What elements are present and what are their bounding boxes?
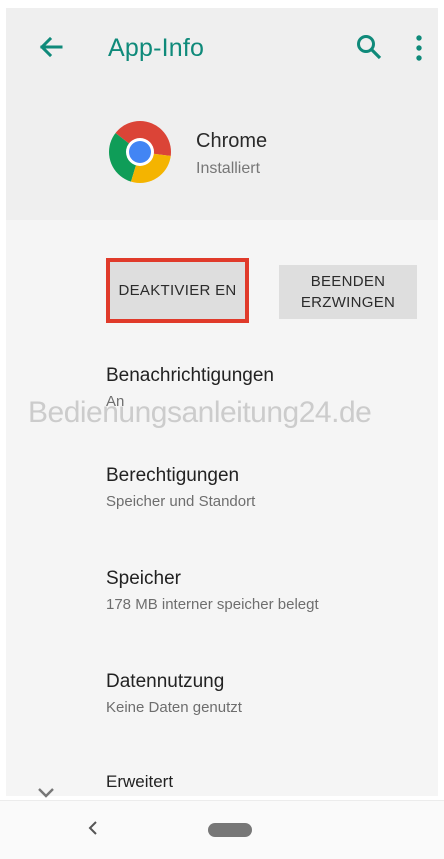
deactivate-button[interactable]: DEAKTIVIER EN — [106, 258, 249, 323]
setting-label: Datennutzung — [106, 671, 225, 692]
back-arrow-icon[interactable] — [34, 30, 68, 64]
setting-advanced[interactable]: Erweitert — [106, 772, 173, 792]
chrome-logo-icon — [106, 118, 174, 186]
watermark-text: Bedienungsanleitung24.de — [28, 396, 372, 429]
system-navigation-bar — [0, 800, 444, 859]
setting-label: Erweitert — [106, 772, 174, 791]
setting-label: Berechtigungen — [106, 465, 240, 486]
setting-data-usage[interactable]: Datennutzung Keine Daten genutzt — [106, 671, 242, 716]
setting-label: Speicher — [106, 568, 181, 589]
setting-summary: Keine Daten genutzt — [106, 699, 242, 716]
force-stop-button[interactable]: BEENDEN ERZWINGEN — [279, 265, 417, 319]
setting-label: Benachrichtigungen — [106, 365, 274, 386]
app-header: App-Info Chrome Installiert — [6, 8, 438, 220]
app-name: Chrome — [196, 130, 268, 152]
setting-summary: 178 MB interner speicher belegt — [106, 596, 319, 613]
more-options-icon[interactable] — [411, 32, 427, 64]
setting-permissions[interactable]: Berechtigungen Speicher und Standort — [106, 465, 255, 510]
setting-summary: Speicher und Standort — [106, 493, 256, 510]
setting-storage[interactable]: Speicher 178 MB interner speicher belegt — [106, 568, 319, 613]
page-title: App-Info — [108, 34, 205, 62]
nav-back-icon[interactable] — [84, 817, 102, 839]
search-icon[interactable] — [354, 32, 384, 62]
app-status: Installiert — [196, 160, 261, 177]
nav-home-pill-icon[interactable] — [208, 823, 252, 837]
app-info-screen: App-Info Chrome Installiert DEAKTIVIER E… — [6, 8, 438, 798]
